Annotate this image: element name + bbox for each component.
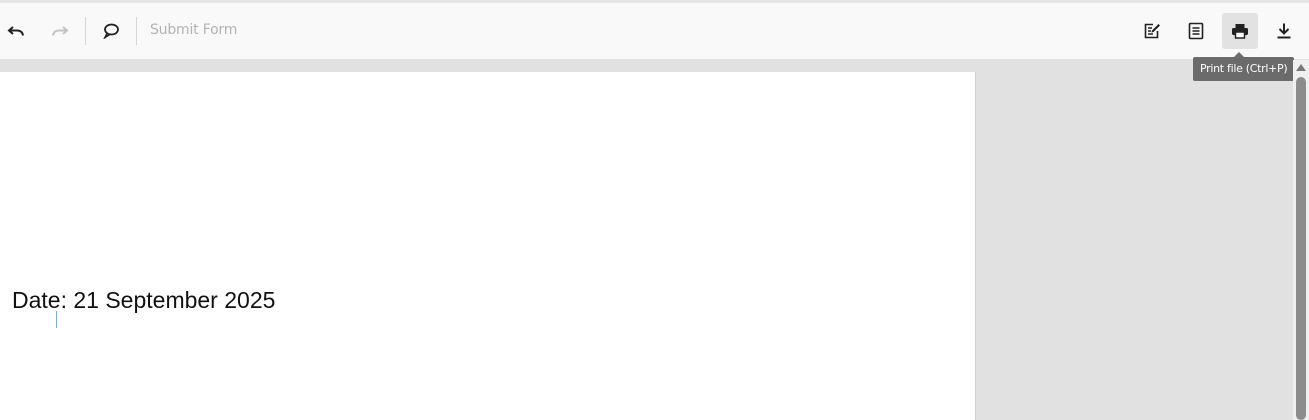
vertical-scrollbar[interactable]: [1293, 60, 1309, 420]
undo-button[interactable]: [0, 13, 34, 49]
scroll-up-arrow-icon[interactable]: [1296, 64, 1306, 71]
comment-icon: [102, 23, 120, 39]
document-view-icon: [1188, 22, 1204, 40]
document-canvas-margin: [0, 59, 1309, 72]
toolbar-separator: [85, 17, 86, 45]
undo-icon: [7, 24, 25, 38]
document-date-text[interactable]: Date: 21 September 2025: [12, 287, 275, 314]
text-cursor: [56, 311, 57, 328]
scrollbar-thumb[interactable]: [1296, 77, 1306, 420]
comment-button[interactable]: [93, 13, 129, 49]
print-tooltip: Print file (Ctrl+P): [1193, 52, 1295, 81]
edit-button[interactable]: [1134, 13, 1170, 49]
print-button[interactable]: [1222, 13, 1258, 49]
toolbar-separator: [136, 17, 137, 45]
edit-icon: [1143, 22, 1161, 40]
document-page[interactable]: Date: 21 September 2025: [0, 72, 976, 420]
toolbar: Submit Form: [0, 3, 1309, 59]
download-icon: [1276, 22, 1292, 40]
submit-form-button[interactable]: Submit Form: [150, 22, 237, 38]
redo-button[interactable]: [42, 13, 78, 49]
document-view-button[interactable]: [1178, 13, 1214, 49]
download-button[interactable]: [1266, 13, 1302, 49]
redo-icon: [51, 24, 69, 38]
print-icon: [1231, 23, 1249, 39]
